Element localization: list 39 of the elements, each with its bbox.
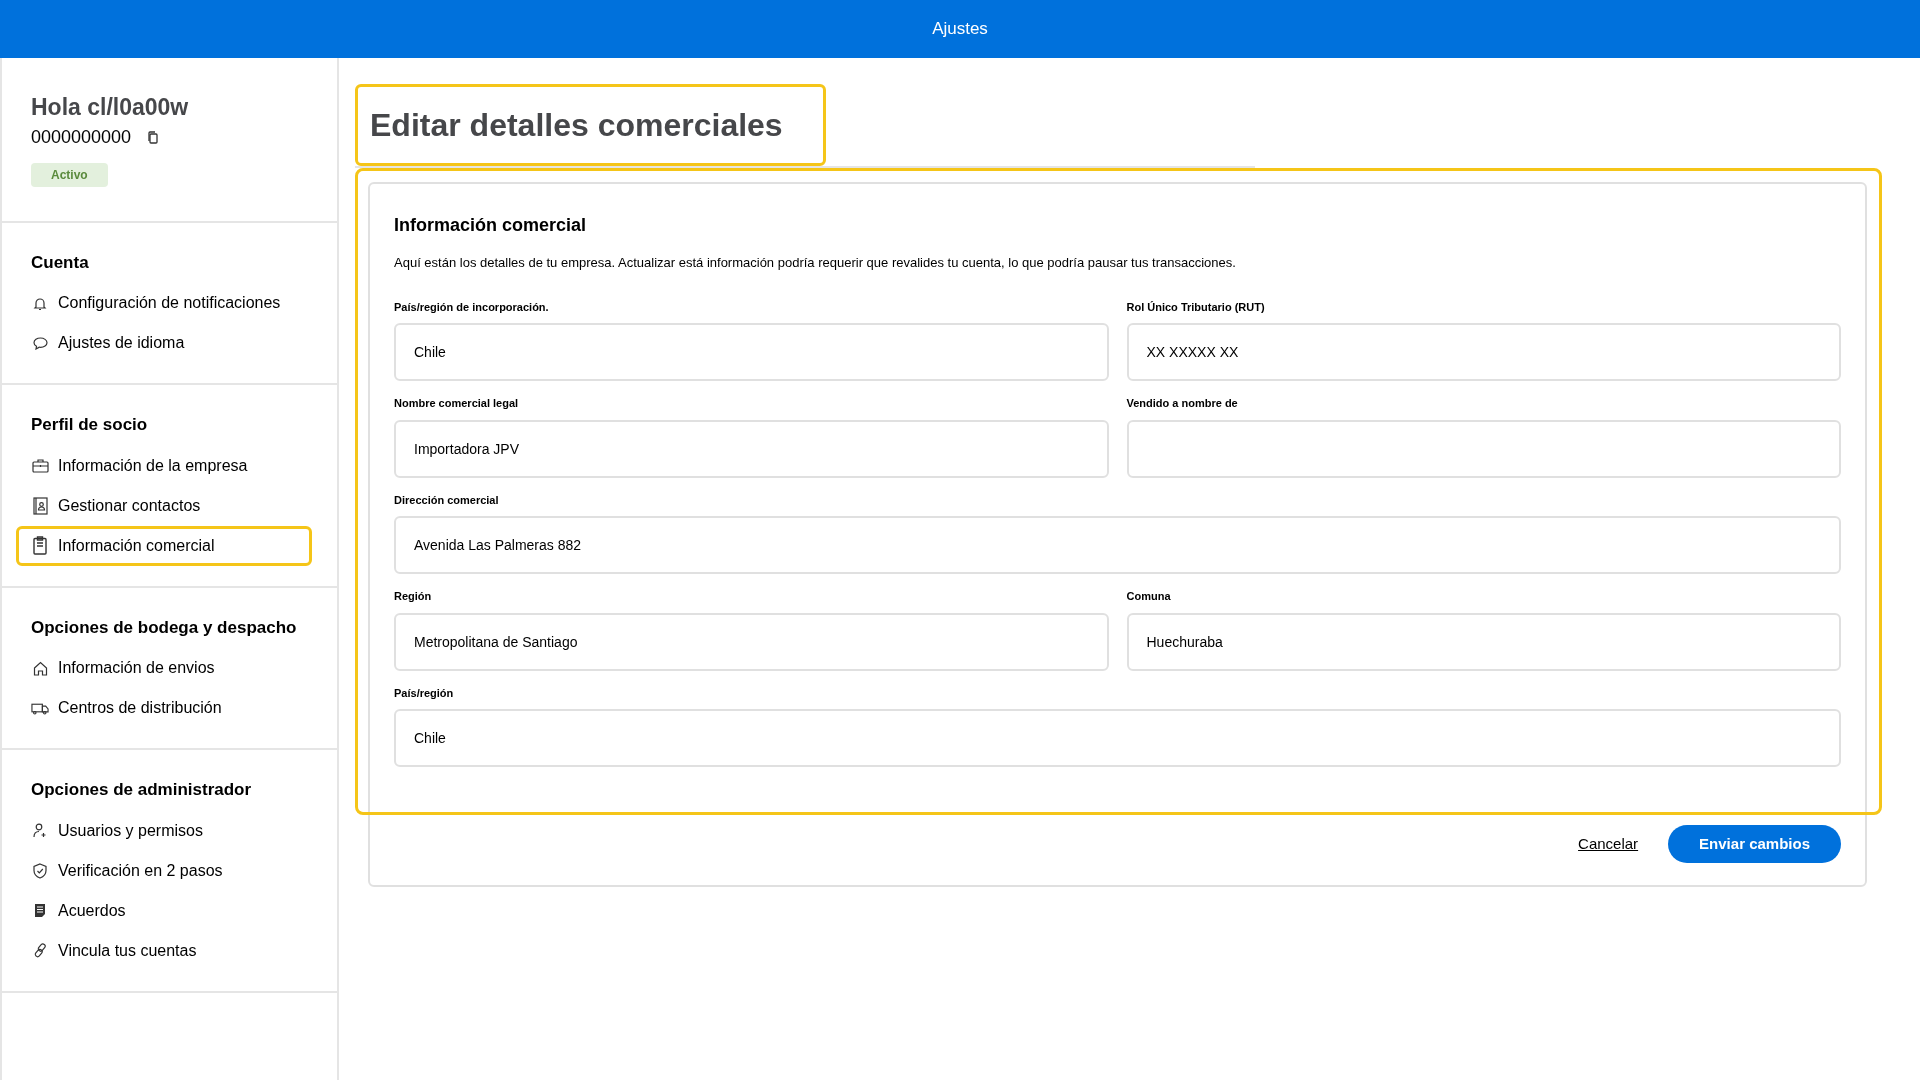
cancel-link[interactable]: Cancelar xyxy=(1578,832,1639,856)
section-heading: Opciones de administrador xyxy=(30,779,253,802)
page-heading: Editar detalles comerciales xyxy=(355,84,826,166)
sidebar-item[interactable]: Información comercial xyxy=(16,525,312,566)
sidebar-item[interactable]: Gestionar contactos xyxy=(16,485,312,526)
sidebar-item[interactable]: Centros de distribución xyxy=(16,688,312,729)
input-field[interactable]: Huechuraba xyxy=(1126,612,1841,671)
sidebar-item[interactable]: Vincula tus cuentas xyxy=(16,930,312,971)
page-title: Ajustes xyxy=(932,18,988,41)
sidebar-item[interactable]: Ajustes de idioma xyxy=(16,323,312,364)
sidebar-item[interactable]: Usuarios y permisos xyxy=(16,810,312,851)
field-label: Vendido a nombre de xyxy=(1126,396,1239,411)
sidebar-item[interactable]: Información de la empresa xyxy=(16,445,312,486)
field-label: Dirección comercial xyxy=(394,492,500,508)
field-label: Rol Único Tributario (RUT) xyxy=(1126,299,1266,315)
account-number: 0000000000 xyxy=(31,125,132,149)
form-description: Aquí están los detalles de tu empresa. Actualizar está información podría requerir que revalides tu cuenta, lo que podría pausar tus transacciones. xyxy=(394,254,1237,272)
submit-button[interactable]: Enviar cambios xyxy=(1668,825,1841,863)
field-label: País/región xyxy=(394,685,455,701)
field-label: País/región de incorporación. xyxy=(394,299,550,315)
sidebar-item[interactable]: Información de envios xyxy=(16,648,312,689)
form-heading: Información comercial xyxy=(394,214,588,237)
input-field[interactable]: Importadora JPV xyxy=(394,419,1109,478)
section-heading: Cuenta xyxy=(30,251,90,274)
input-field[interactable]: Chile xyxy=(394,323,1109,381)
input-field[interactable]: XX XXXXX XX xyxy=(1126,323,1841,381)
field-label: Región xyxy=(394,589,433,604)
greeting: Hola cl/l0a00w xyxy=(31,93,190,122)
section-heading: Opciones de bodega y despacho xyxy=(30,616,298,639)
status-badge: Activo xyxy=(31,162,108,187)
input-field[interactable]: Chile xyxy=(394,709,1841,767)
input-field[interactable]: Metropolitana de Santiago xyxy=(394,612,1109,671)
section-heading: Perfil de socio xyxy=(30,414,149,437)
field-label: Comuna xyxy=(1126,589,1172,604)
field-label: Nombre comercial legal xyxy=(394,396,520,411)
sidebar-item[interactable]: Acuerdos xyxy=(16,890,312,931)
sidebar-item[interactable]: Verificación en 2 pasos xyxy=(16,850,312,891)
sidebar-item[interactable]: Configuración de notificaciones xyxy=(16,283,312,324)
input-field[interactable]: Avenida Las Palmeras 882 xyxy=(394,516,1841,574)
